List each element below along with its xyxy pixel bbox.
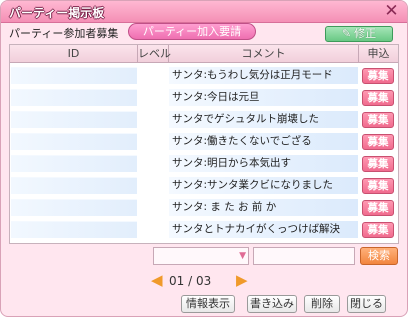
- tab-party-members-recruit[interactable]: パーティー参加者募集: [9, 25, 118, 41]
- row-comment: サンタ:サンタ業クビになりました: [169, 177, 358, 194]
- header-id: ID: [10, 45, 138, 63]
- header-apply: 申込: [367, 47, 390, 60]
- table-row[interactable]: サンタ:働きたくないでござる 募集: [10, 131, 398, 151]
- row-level: [138, 221, 168, 238]
- header-comment: コメント: [169, 45, 359, 63]
- row-id: [11, 177, 137, 194]
- table-row[interactable]: サンタとトナカイがくっつけば解決 募集: [10, 219, 398, 239]
- row-comment: サンタ:今日は元旦: [169, 89, 358, 106]
- tab-party-join-request[interactable]: パーティー加入要請: [128, 23, 256, 40]
- edit-button-label: 修正: [354, 27, 377, 40]
- row-comment: サンタでゲシュタルト崩壊した: [169, 111, 358, 128]
- close-icon[interactable]: ✕: [382, 2, 401, 21]
- search-button[interactable]: 検索: [360, 247, 398, 265]
- recruit-button[interactable]: 募集: [362, 222, 394, 238]
- pagination: ◀ 01 / 03 ▶: [1, 270, 407, 292]
- table-row[interactable]: サンタ:今日は元旦 募集: [10, 87, 398, 107]
- recruit-button[interactable]: 募集: [362, 90, 394, 106]
- row-id: [11, 111, 137, 128]
- table-header: ID レベル コメント 申込: [10, 45, 398, 63]
- board-table: ID レベル コメント 申込 サンタ:もうわし気分は正月モード 募集 サンタ:今…: [9, 44, 399, 244]
- title-bar[interactable]: パーティー掲示板 ✕: [1, 1, 407, 23]
- row-level: [138, 67, 168, 84]
- row-comment: サンタとトナカイがくっつけば解決: [169, 221, 358, 238]
- row-level: [138, 133, 168, 150]
- row-id: [11, 221, 137, 238]
- row-id: [11, 67, 137, 84]
- table-row[interactable]: サンタでゲシュタルト崩壊した 募集: [10, 109, 398, 129]
- row-comment: サンタ:働きたくないでござる: [169, 133, 358, 150]
- table-row[interactable]: サンタ: ま た お 前 か 募集: [10, 197, 398, 217]
- row-comment: サンタ:もうわし気分は正月モード: [169, 67, 358, 84]
- search-category-select[interactable]: ▼: [153, 247, 249, 265]
- recruit-button[interactable]: 募集: [362, 156, 394, 172]
- prev-page-icon[interactable]: ◀: [151, 273, 163, 288]
- table-row[interactable]: サンタ:もうわし気分は正月モード 募集: [10, 65, 398, 85]
- write-button[interactable]: 書き込み: [247, 295, 297, 313]
- recruit-button[interactable]: 募集: [362, 200, 394, 216]
- row-comment: サンタ: ま た お 前 か: [169, 199, 358, 216]
- row-level: [138, 89, 168, 106]
- edit-button[interactable]: ✎ 修正: [325, 26, 393, 42]
- close-button[interactable]: 閉じる: [347, 295, 386, 313]
- footer-buttons: 情報表示 書き込み 削除 閉じる: [1, 293, 407, 316]
- table-row[interactable]: サンタ:サンタ業クビになりました 募集: [10, 175, 398, 195]
- recruit-button[interactable]: 募集: [362, 68, 394, 84]
- row-level: [138, 177, 168, 194]
- window-title: パーティー掲示板: [9, 6, 105, 20]
- table-row[interactable]: サンタ:明日から本気出す 募集: [10, 153, 398, 173]
- row-id: [11, 199, 137, 216]
- row-id: [11, 133, 137, 150]
- row-level: [138, 199, 168, 216]
- row-level: [138, 155, 168, 172]
- delete-button[interactable]: 削除: [304, 295, 340, 313]
- pencil-icon: ✎: [341, 27, 352, 40]
- row-id: [11, 89, 137, 106]
- info-button[interactable]: 情報表示: [181, 295, 235, 313]
- recruit-button[interactable]: 募集: [362, 112, 394, 128]
- row-comment: サンタ:明日から本気出す: [169, 155, 358, 172]
- header-level: レベル: [138, 45, 171, 63]
- party-board-window: パーティー掲示板 ✕ パーティー参加者募集 パーティー加入要請 ✎ 修正 ID レ…: [0, 0, 408, 317]
- search-bar: ▼ 検索: [1, 247, 407, 267]
- recruit-button[interactable]: 募集: [362, 134, 394, 150]
- chevron-down-icon[interactable]: ▼: [239, 252, 246, 261]
- row-id: [11, 155, 137, 172]
- page-indicator: 01 / 03: [169, 274, 212, 288]
- row-level: [138, 111, 168, 128]
- recruit-button[interactable]: 募集: [362, 178, 394, 194]
- next-page-icon[interactable]: ▶: [236, 273, 248, 288]
- search-input[interactable]: [253, 247, 355, 265]
